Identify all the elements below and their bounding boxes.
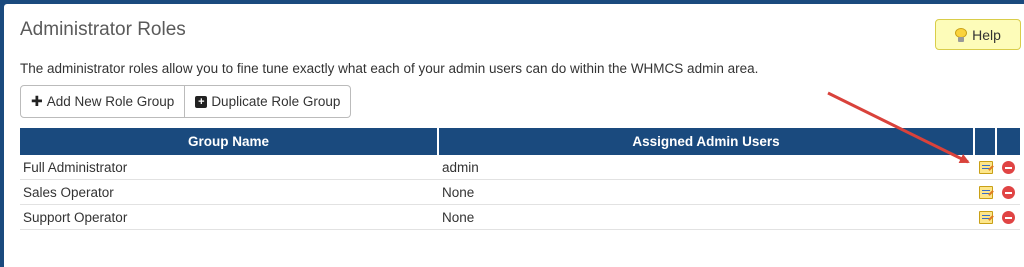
header-delete [997, 128, 1020, 155]
row-admin-user-link[interactable]: admin [439, 155, 975, 180]
table-row: Support Operator None [20, 205, 1020, 230]
row-edit-cell [975, 155, 997, 180]
plus-square-icon: + [195, 95, 208, 108]
lightbulb-icon [955, 27, 968, 42]
row-group-name: Full Administrator [20, 155, 439, 180]
add-role-group-label: Add New Role Group [46, 94, 175, 109]
row-delete-cell [997, 180, 1020, 205]
row-assigned-users: None [439, 205, 975, 230]
main-panel: Administrator Roles Help The administrat… [4, 4, 1024, 267]
help-button[interactable]: Help [935, 19, 1021, 50]
duplicate-role-group-label: Duplicate Role Group [211, 94, 341, 109]
roles-table: Group Name Assigned Admin Users Full Adm… [20, 128, 1020, 230]
row-delete-cell [997, 155, 1020, 180]
edit-icon[interactable] [979, 186, 993, 200]
row-group-name: Support Operator [20, 205, 439, 230]
row-delete-cell [997, 205, 1020, 230]
edit-icon[interactable] [979, 211, 993, 225]
row-group-name: Sales Operator [20, 180, 439, 205]
row-assigned-users: None [439, 180, 975, 205]
page-description: The administrator roles allow you to fin… [20, 61, 759, 76]
header-group-name[interactable]: Group Name [20, 128, 439, 155]
table-row: Full Administrator admin [20, 155, 1020, 180]
help-label: Help [972, 26, 1001, 43]
table-row: Sales Operator None [20, 180, 1020, 205]
action-button-group: ✚ Add New Role Group + Duplicate Role Gr… [20, 85, 352, 118]
delete-icon[interactable] [1002, 211, 1015, 225]
page-title: Administrator Roles [20, 19, 186, 40]
add-role-group-button[interactable]: ✚ Add New Role Group [20, 85, 186, 118]
row-edit-cell [975, 180, 997, 205]
edit-icon[interactable] [979, 161, 993, 175]
table-header-row: Group Name Assigned Admin Users [20, 128, 1020, 155]
plus-icon: ✚ [31, 93, 43, 109]
delete-icon[interactable] [1002, 186, 1015, 200]
header-edit [975, 128, 997, 155]
delete-icon[interactable] [1002, 161, 1015, 175]
duplicate-role-group-button[interactable]: + Duplicate Role Group [185, 85, 352, 118]
header-assigned-users[interactable]: Assigned Admin Users [439, 128, 975, 155]
row-edit-cell [975, 205, 997, 230]
